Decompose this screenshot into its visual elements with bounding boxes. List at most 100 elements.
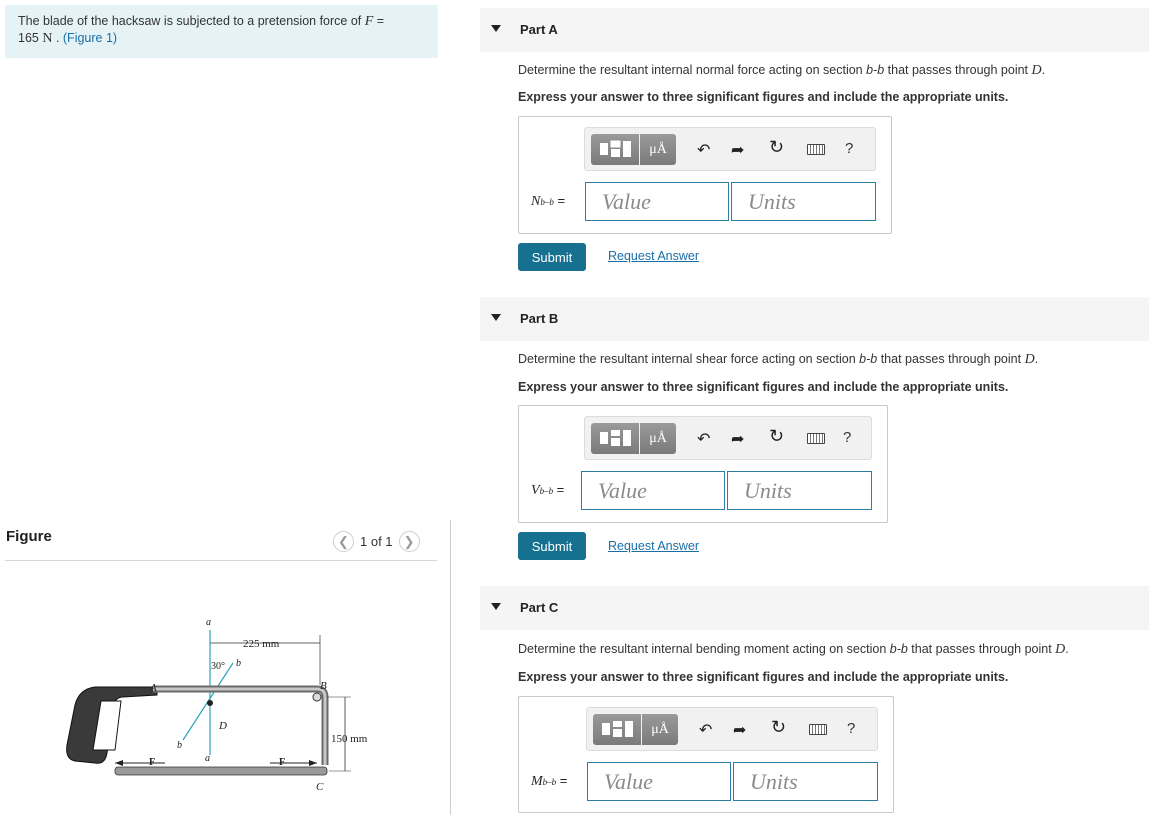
part-c-label: Part C [520,600,559,615]
part-b-submit-button[interactable]: Submit [518,532,586,560]
question-period: . [1065,642,1069,656]
part-a-instruction: Express your answer to three significant… [518,90,1009,104]
units-input[interactable] [734,763,877,800]
var-subscript: b–b [539,486,554,496]
part-c-answer-box: μÅ ↶ ➦ ↻ ? Mb–b = [518,696,894,813]
force-value: 165 [18,31,39,45]
question-text-2: that passes through point [907,642,1056,656]
label-F-left: F [149,757,155,768]
math-toolbar: μÅ ↶ ➦ ↻ ? [586,707,878,751]
value-input[interactable] [582,472,724,509]
force-unit: N [42,31,53,46]
units-icon[interactable]: μÅ [640,134,676,165]
section-name: b-b [866,63,885,77]
help-icon[interactable]: ? [847,720,855,737]
question-text: Determine the resultant internal normal … [518,63,867,77]
value-field[interactable] [581,471,725,510]
label-D: D [218,720,227,732]
redo-icon[interactable]: ➦ [731,429,744,449]
reset-icon[interactable]: ↻ [771,717,786,738]
angle-label: 30° [211,661,225,672]
point-name: D [1055,642,1066,657]
redo-icon[interactable]: ➦ [733,720,746,740]
force-arrowhead-left [115,760,123,766]
caret-down-icon [491,314,501,321]
question-text: Determine the resultant internal shear f… [518,352,860,366]
figure-link[interactable]: (Figure 1) [63,31,117,45]
var-equals: = [556,773,568,788]
part-b-header[interactable]: Part B [480,297,1149,341]
label-b-bottom: b [177,740,182,751]
var-symbol: V [531,483,540,498]
part-a-request-answer-link[interactable]: Request Answer [608,249,699,263]
var-equals: = [553,193,566,208]
keyboard-icon[interactable] [809,724,827,735]
part-b-answer-box: μÅ ↶ ➦ ↻ ? Vb–b = [518,405,888,523]
label-a-bottom: a [205,753,210,764]
var-subscript: b–b [540,197,554,207]
force-arrowhead-right [309,760,317,766]
units-field[interactable] [727,471,872,510]
part-c-instruction: Express your answer to three significant… [518,670,1009,684]
dim-225-label: 225 mm [243,638,280,650]
undo-icon[interactable]: ↶ [697,429,710,449]
value-field[interactable] [587,762,731,801]
redo-icon[interactable]: ➦ [731,140,744,160]
figure-pager: ❮ 1 of 1 ❯ [333,531,420,552]
chevron-right-icon[interactable]: ❯ [398,531,420,552]
question-text: Determine the resultant internal bending… [518,642,890,656]
help-icon[interactable]: ? [845,140,853,157]
keyboard-icon[interactable] [807,433,825,444]
section-name: b-b [859,352,878,366]
part-a-answer-box: μÅ ↶ ➦ ↻ ? Nb–b = [518,116,892,234]
matrix-template-icon[interactable] [591,423,639,454]
section-name: b-b [889,642,908,656]
part-b-label: Part B [520,311,559,326]
matrix-template-icon[interactable] [593,714,641,745]
label-A: A [149,682,157,694]
answer-variable: Vb–b = [531,482,564,499]
undo-icon[interactable]: ↶ [697,140,710,160]
saw-frame-highlight [153,687,327,765]
math-toolbar: μÅ ↶ ➦ ↻ ? [584,127,876,171]
point-name: D [1024,352,1035,367]
matrix-template-icon[interactable] [591,134,639,165]
part-a-submit-button[interactable]: Submit [518,243,586,271]
problem-statement: The blade of the hacksaw is subjected to… [5,5,438,58]
saw-frame [153,685,329,765]
part-b-instruction: Express your answer to three significant… [518,380,1009,394]
reset-icon[interactable]: ↻ [769,137,784,158]
help-icon[interactable]: ? [843,429,851,446]
answer-variable: Nb–b = [531,193,565,210]
var-subscript: b–b [542,777,557,787]
point-name: D [1031,63,1042,78]
saw-blade [114,766,328,776]
part-a-header[interactable]: Part A [480,8,1149,52]
value-input[interactable] [588,763,730,800]
chevron-left-icon[interactable]: ❮ [333,531,354,552]
var-equals: = [553,482,565,497]
value-field[interactable] [585,182,729,221]
units-icon[interactable]: μÅ [640,423,676,454]
units-input[interactable] [728,472,871,509]
units-field[interactable] [733,762,878,801]
var-symbol: M [531,774,543,789]
reset-icon[interactable]: ↻ [769,426,784,447]
keyboard-icon[interactable] [807,144,825,155]
question-text-2: that passes through point [877,352,1025,366]
units-field[interactable] [731,182,876,221]
problem-text: The blade of the hacksaw is subjected to… [18,14,365,28]
label-C: C [316,781,324,793]
units-icon[interactable]: μÅ [642,714,678,745]
part-b-question: Determine the resultant internal shear f… [518,352,1038,368]
force-equals: = [373,14,385,28]
undo-icon[interactable]: ↶ [699,720,712,740]
question-text-2: that passes through point [884,63,1032,77]
figure-divider [5,560,437,561]
label-a-top: a [206,617,211,628]
value-input[interactable] [586,183,728,220]
part-c-header[interactable]: Part C [480,586,1149,630]
part-b-request-answer-link[interactable]: Request Answer [608,539,699,553]
units-input[interactable] [732,183,875,220]
hacksaw-figure: 225 mm a 30° b A B D b a F F C 150 mm [66,617,368,793]
